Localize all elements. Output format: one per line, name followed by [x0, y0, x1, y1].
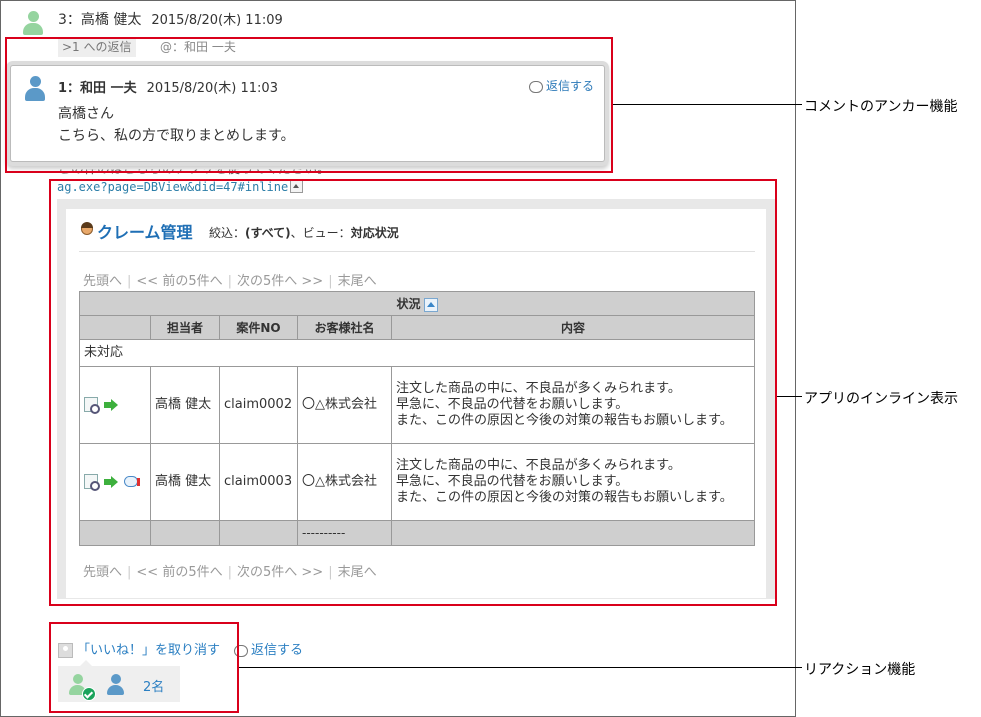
leader-line	[613, 104, 802, 105]
callout-anchor-box	[5, 37, 613, 173]
callout-inline-box	[49, 179, 777, 606]
reply-button[interactable]: 返信する	[234, 643, 303, 658]
comment-date: 2015/8/20(木) 11:09	[151, 13, 283, 28]
callout-reaction-box	[49, 622, 239, 713]
reply-label: 返信する	[251, 643, 304, 658]
annotation-inline: アプリのインライン表示	[804, 391, 958, 407]
annotation-reaction: リアクション機能	[804, 662, 916, 678]
comment-header: 3：高橋 健太 2015/8/20(木) 11:09	[58, 9, 283, 29]
leader-line	[777, 396, 802, 397]
comment-author: 3：高橋 健太	[58, 12, 142, 28]
user-avatar-icon	[22, 11, 44, 37]
annotation-anchor: コメントのアンカー機能	[804, 99, 958, 115]
leader-line	[239, 667, 802, 668]
